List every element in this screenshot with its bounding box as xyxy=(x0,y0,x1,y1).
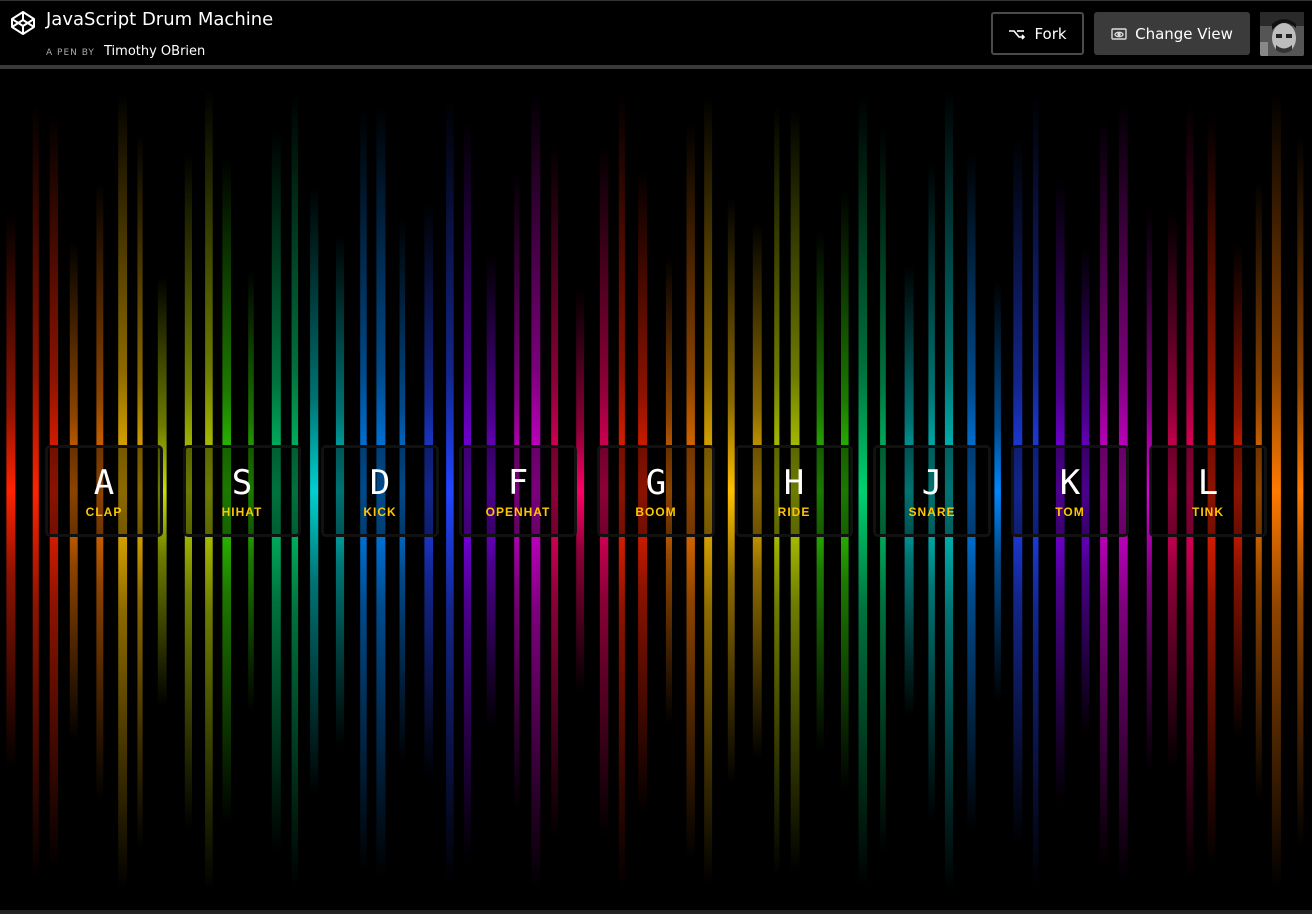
key-sound-label: OPENHAT xyxy=(485,505,551,519)
key-letter: S xyxy=(231,463,253,503)
spectrum-beam xyxy=(446,98,454,884)
pen-header: JavaScript Drum Machine A PEN BY Timothy… xyxy=(0,0,1312,65)
drum-key-l[interactable]: L TINK xyxy=(1149,445,1267,537)
user-avatar[interactable] xyxy=(1260,12,1304,56)
drum-key-h[interactable]: H RIDE xyxy=(735,445,853,537)
key-letter: H xyxy=(783,463,805,503)
drum-key-d[interactable]: D KICK xyxy=(321,445,439,537)
spectrum-beam xyxy=(1297,134,1304,848)
spectrum-beam xyxy=(858,95,868,887)
key-letter: F xyxy=(507,463,529,503)
eye-icon xyxy=(1111,27,1127,40)
key-sound-label: SNARE xyxy=(908,505,956,519)
spectrum-beam xyxy=(32,102,39,880)
drum-key-k[interactable]: K TOM xyxy=(1011,445,1129,537)
key-letter: K xyxy=(1059,463,1081,503)
key-letter: A xyxy=(93,463,115,503)
byline: A PEN BY Timothy OBrien xyxy=(46,40,205,59)
spectrum-beam xyxy=(994,280,1001,702)
spectrum-beam xyxy=(576,288,585,694)
drum-machine-stage: A CLAP S HIHAT D KICK F OPENHAT G BOOM H RIDE J SNARE… xyxy=(0,69,1312,914)
fork-button[interactable]: Fork xyxy=(991,12,1084,55)
fork-icon xyxy=(1009,29,1026,40)
fork-label: Fork xyxy=(1034,24,1067,43)
key-sound-label: TOM xyxy=(1055,505,1085,519)
key-sound-label: RIDE xyxy=(777,505,811,519)
spectrum-beam xyxy=(6,213,16,769)
key-letter: G xyxy=(645,463,667,503)
drum-key-j[interactable]: J SNARE xyxy=(873,445,991,537)
drum-key-f[interactable]: F OPENHAT xyxy=(459,445,577,537)
drum-key-s[interactable]: S HIHAT xyxy=(183,445,301,537)
author-link[interactable]: Timothy OBrien xyxy=(104,44,205,59)
codepen-logo-icon[interactable] xyxy=(10,10,36,36)
drum-key-a[interactable]: A CLAP xyxy=(45,445,163,537)
key-letter: J xyxy=(921,463,943,503)
key-letter: D xyxy=(369,463,391,503)
key-sound-label: BOOM xyxy=(635,505,677,519)
spectrum-beam xyxy=(1271,93,1281,889)
avatar-image xyxy=(1260,12,1304,56)
change-view-label: Change View xyxy=(1135,24,1233,43)
key-sound-label: KICK xyxy=(363,505,397,519)
key-sound-label: HIHAT xyxy=(221,505,263,519)
byline-prefix: A PEN BY xyxy=(46,48,95,58)
key-letter: L xyxy=(1197,463,1219,503)
change-view-button[interactable]: Change View xyxy=(1094,12,1250,55)
drum-key-g[interactable]: G BOOM xyxy=(597,445,715,537)
key-sound-label: TINK xyxy=(1192,505,1224,519)
spectrum-beam xyxy=(727,197,735,785)
key-sound-label: CLAP xyxy=(85,505,123,519)
bottom-strip xyxy=(0,910,1312,914)
spectrum-beam xyxy=(310,187,319,795)
page-title: JavaScript Drum Machine xyxy=(46,9,274,30)
